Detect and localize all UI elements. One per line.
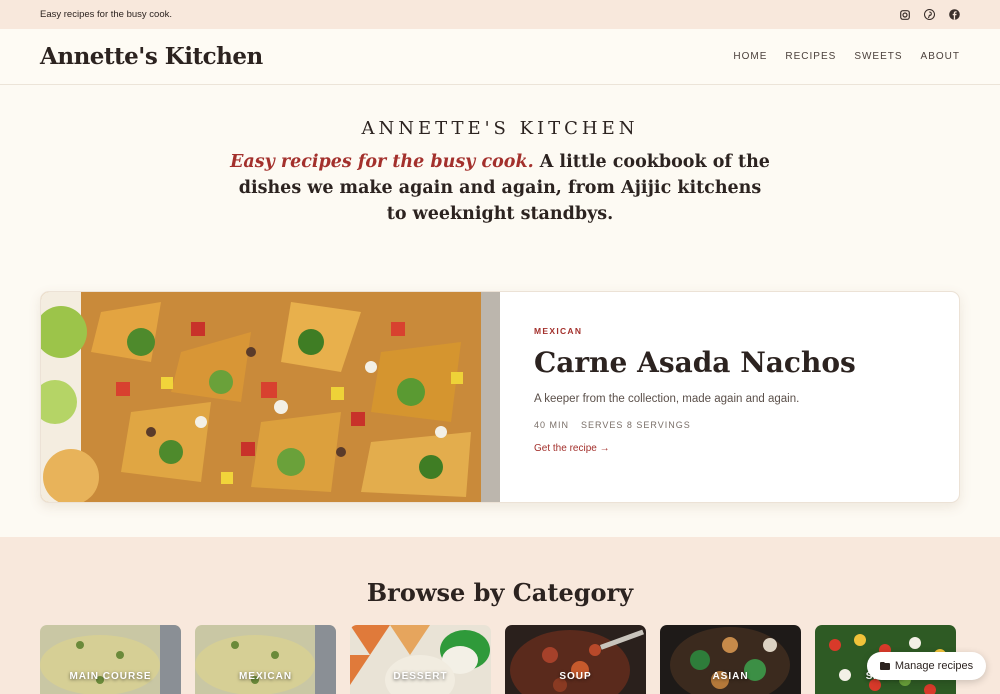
- browse-title: Browse by Category: [366, 578, 634, 607]
- top-bar: Easy recipes for the busy cook.: [0, 0, 1000, 29]
- category-label: MAIN COURSE: [69, 671, 152, 682]
- instagram-icon[interactable]: [899, 9, 910, 20]
- nav-sweets[interactable]: SWEETS: [854, 51, 902, 62]
- category-card-main-course[interactable]: MAIN COURSE: [40, 625, 181, 694]
- manage-recipes-button[interactable]: Manage recipes: [867, 652, 986, 680]
- manage-recipes-label: Manage recipes: [894, 660, 974, 672]
- featured-recipe-card[interactable]: MEXICAN Carne Asada Nachos A keeper from…: [40, 291, 960, 503]
- category-card-asian[interactable]: ASIAN: [660, 625, 801, 694]
- main-nav: HOME RECIPES SWEETS ABOUT: [733, 51, 960, 62]
- category-label: MEXICAN: [238, 671, 293, 682]
- featured-category[interactable]: MEXICAN: [534, 326, 856, 336]
- pinterest-icon[interactable]: [924, 9, 935, 20]
- featured-recipe-body: MEXICAN Carne Asada Nachos A keeper from…: [500, 292, 890, 502]
- get-recipe-link[interactable]: Get the recipe →: [534, 443, 610, 454]
- site-logo[interactable]: Annette's Kitchen: [40, 43, 263, 70]
- nav-about[interactable]: ABOUT: [921, 51, 960, 62]
- category-label: SOUP: [559, 671, 592, 682]
- browse-categories: Browse by Category MAIN COURSE MEXICAN D…: [0, 537, 1000, 694]
- category-card-mexican[interactable]: MEXICAN: [195, 625, 336, 694]
- hero-highlight: Easy recipes for the busy cook.: [230, 152, 534, 172]
- folder-icon: [879, 662, 890, 670]
- category-card-soup[interactable]: SOUP: [505, 625, 646, 694]
- hero: ANNETTE'S KITCHEN Easy recipes for the b…: [0, 85, 1000, 227]
- facebook-icon[interactable]: [949, 9, 960, 20]
- social-links: [899, 9, 960, 20]
- site-header: Annette's Kitchen HOME RECIPES SWEETS AB…: [0, 29, 1000, 85]
- recipe-servings: SERVES 8 SERVINGS: [581, 420, 691, 430]
- category-label: DESSERT: [393, 671, 448, 682]
- category-label: ASIAN: [712, 671, 749, 682]
- hero-intro: Easy recipes for the busy cook. A little…: [230, 149, 770, 227]
- recipe-time: 40 MIN: [534, 420, 570, 430]
- featured-recipe-title[interactable]: Carne Asada Nachos: [534, 346, 856, 379]
- tagline: Easy recipes for the busy cook.: [40, 9, 173, 20]
- featured-recipe-image[interactable]: [41, 292, 500, 502]
- recipe-meta: 40 MIN SERVES 8 SERVINGS: [534, 420, 856, 430]
- nav-recipes[interactable]: RECIPES: [785, 51, 836, 62]
- nav-home[interactable]: HOME: [733, 51, 767, 62]
- featured-recipe-description: A keeper from the collection, made again…: [534, 393, 800, 405]
- hero-kicker: ANNETTE'S KITCHEN: [361, 118, 639, 139]
- category-list: MAIN COURSE MEXICAN DESSERT SOUP ASIAN S…: [40, 625, 956, 694]
- category-card-dessert[interactable]: DESSERT: [350, 625, 491, 694]
